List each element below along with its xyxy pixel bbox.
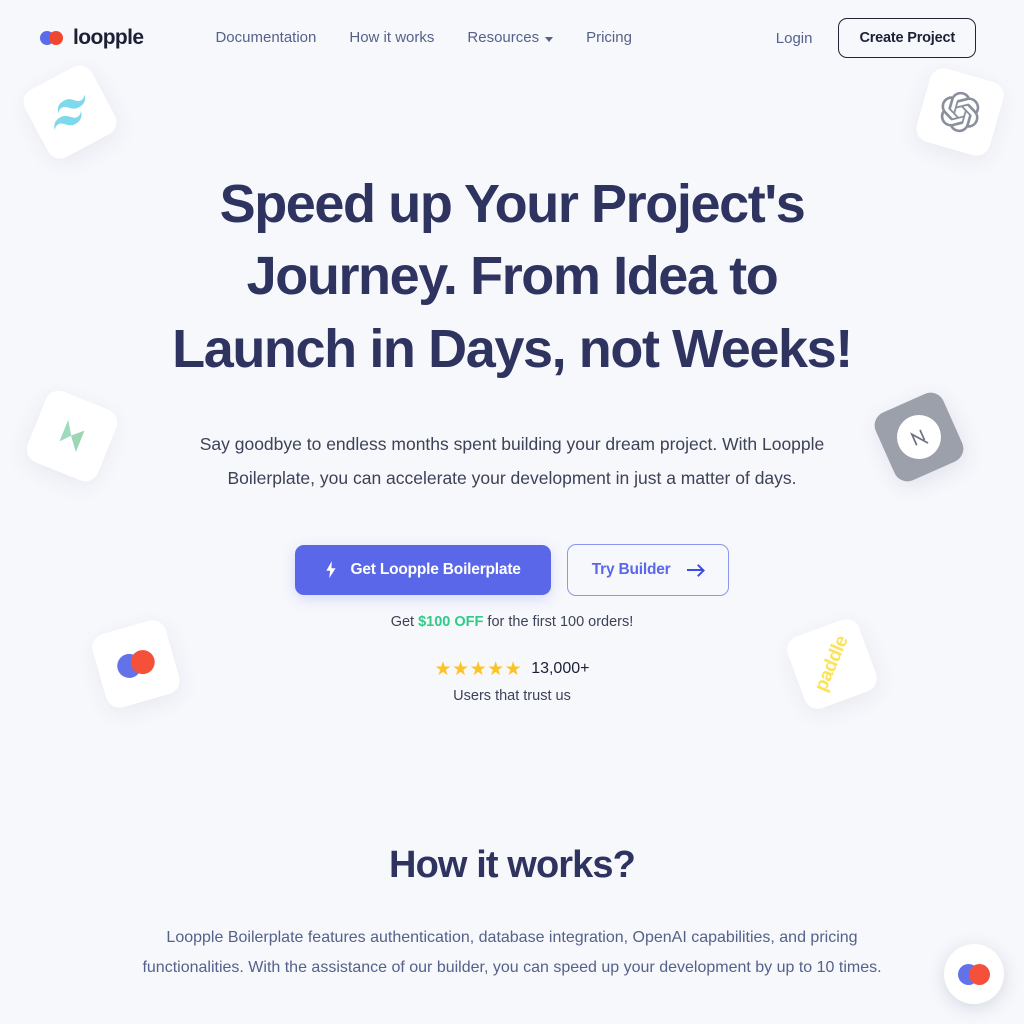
lightning-bolt-icon: [326, 561, 336, 579]
hero-subheading: Say goodbye to endless months spent buil…: [199, 434, 825, 489]
hero-cta-row: Get Loopple Boilerplate Try Builder: [0, 543, 1024, 596]
rating-count: 13,000+: [531, 660, 590, 678]
create-project-button[interactable]: Create Project: [838, 18, 976, 58]
nav-label-documentation: Documentation: [215, 29, 317, 46]
rating-row: ★★★★★ 13,000+: [0, 660, 1024, 679]
secondary-cta-label: Try Builder: [591, 560, 671, 578]
nav-item-pricing[interactable]: Pricing: [586, 29, 632, 47]
arrow-right-icon: [686, 563, 704, 576]
brand-name: loopple: [73, 26, 144, 49]
loopple-chat-icon: [958, 963, 990, 985]
login-link[interactable]: Login: [776, 30, 813, 47]
nav-link-how-it-works[interactable]: How it works: [349, 29, 434, 46]
nav-link-pricing[interactable]: Pricing: [586, 29, 632, 46]
how-it-works-body: Loopple Boilerplate features authenticat…: [142, 928, 882, 977]
nav-item-how-it-works[interactable]: How it works: [349, 29, 434, 47]
nav-item-resources[interactable]: Resources: [467, 29, 554, 47]
offer-suffix: for the first 100 orders!: [483, 613, 634, 630]
how-it-works-heading: How it works?: [389, 843, 636, 886]
nav-link-documentation[interactable]: Documentation: [215, 29, 316, 46]
primary-cta-label: Get Loopple Boilerplate: [350, 560, 521, 578]
chat-widget-button[interactable]: [944, 944, 1004, 1004]
hero-heading: Speed up Your Project's Journey. From Id…: [172, 174, 853, 379]
nav-label-resources: Resources: [467, 29, 540, 46]
nav-label-pricing: Pricing: [586, 29, 632, 46]
get-loopple-boilerplate-button[interactable]: Get Loopple Boilerplate: [295, 544, 551, 595]
offer-highlight: $100 OFF: [418, 613, 484, 630]
star-rating-icon: ★★★★★: [434, 658, 523, 680]
top-navbar: loopple Documentation How it works Resou…: [0, 0, 1024, 76]
loopple-logo-icon: [40, 31, 66, 45]
try-builder-button[interactable]: Try Builder: [566, 543, 729, 596]
rating-label: Users that trust us: [453, 687, 571, 704]
hero-section: Speed up Your Project's Journey. From Id…: [0, 76, 1024, 704]
nav-link-resources[interactable]: Resources: [467, 29, 554, 46]
offer-text: Get $100 OFF for the first 100 orders!: [0, 614, 1024, 630]
offer-prefix: Get: [390, 613, 419, 630]
chevron-down-icon: [545, 37, 554, 42]
nav-label-how-it-works: How it works: [349, 29, 435, 46]
brand-logo[interactable]: loopple: [40, 26, 144, 50]
nav-item-documentation[interactable]: Documentation: [215, 29, 316, 47]
how-it-works-section: How it works? Loopple Boilerplate featur…: [0, 844, 1024, 984]
nav-actions: Login Create Project: [776, 18, 976, 58]
main-nav: Documentation How it works Resources Pri…: [215, 29, 631, 47]
